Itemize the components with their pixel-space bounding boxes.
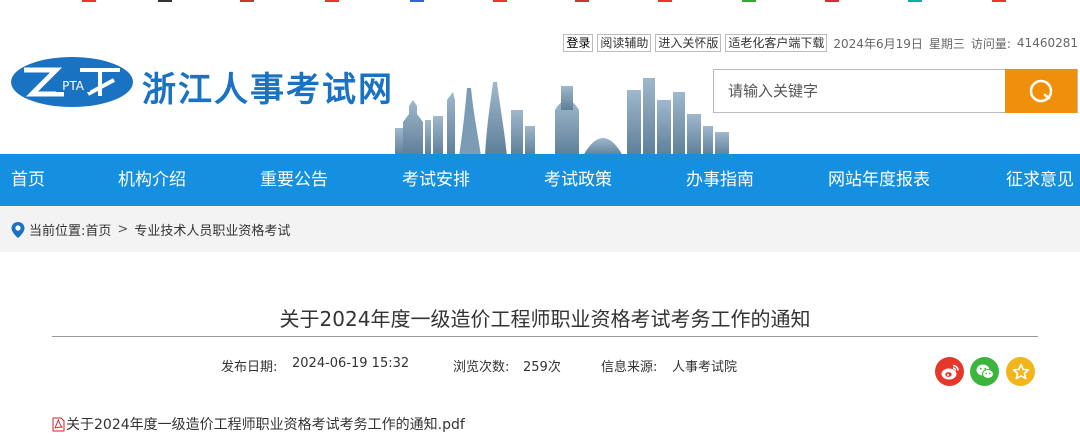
site-header: PTA 浙江人事考试网 登录 阅读辅助 进入关怀版 适老化客户端下载 2024年… <box>0 6 1080 154</box>
attachment-filename: 关于2024年度一级造价工程师职业资格考试考务工作的通知.pdf <box>66 417 465 433</box>
current-date: 2024年6月19日 <box>833 36 923 51</box>
publish-date: 2024-06-19 15:32 <box>292 356 410 371</box>
nav-item-exam-policy[interactable]: 考试政策 <box>544 154 612 206</box>
nav-item-announcements[interactable]: 重要公告 <box>260 154 328 206</box>
location-pin-icon <box>11 221 25 238</box>
breadcrumb-bar: 当前位置: 首页 > 专业技术人员职业资格考试 <box>0 206 1080 252</box>
search-icon <box>1029 79 1053 103</box>
breadcrumb-label: 当前位置: <box>29 224 86 239</box>
search-button[interactable] <box>1005 69 1077 113</box>
nav-item-exam-schedule[interactable]: 考试安排 <box>402 154 470 206</box>
add-favorite-button[interactable] <box>1006 357 1035 386</box>
weibo-icon <box>941 364 959 379</box>
site-title[interactable]: 浙江人事考试网 <box>142 62 394 111</box>
article-title: 关于2024年度一级造价工程师职业资格考试考务工作的通知 <box>279 307 811 331</box>
source-value: 人事考试院 <box>672 360 738 375</box>
wechat-icon <box>976 364 994 379</box>
logo-text: PTA <box>62 79 85 93</box>
search-input[interactable] <box>714 70 1006 112</box>
share-weibo-button[interactable] <box>935 357 964 386</box>
title-divider <box>52 336 1038 337</box>
nav-item-home[interactable]: 首页 <box>11 154 45 206</box>
top-utility-bar: 登录 阅读辅助 进入关怀版 适老化客户端下载 2024年6月19日 星期三 访问… <box>559 34 1078 52</box>
attachment-link[interactable]: 关于2024年度一级造价工程师职业资格考试考务工作的通知.pdf <box>52 414 465 434</box>
elderly-client-download-link[interactable]: 适老化客户端下载 <box>725 34 828 52</box>
breadcrumb-home-link[interactable]: 首页 <box>85 220 111 239</box>
current-weekday: 星期三 <box>928 36 965 51</box>
view-count: 259次 <box>523 360 561 375</box>
nav-item-service-guide[interactable]: 办事指南 <box>686 154 754 206</box>
reading-aid-link[interactable]: 阅读辅助 <box>597 34 652 52</box>
site-logo[interactable]: PTA <box>10 56 134 108</box>
care-mode-link[interactable]: 进入关怀版 <box>655 34 722 52</box>
nav-item-feedback[interactable]: 征求意见 <box>1006 154 1074 206</box>
main-nav: 首页 机构介绍 重要公告 考试安排 考试政策 办事指南 网站年度报表 征求意见 <box>0 154 1080 206</box>
search-box <box>713 69 1078 113</box>
view-count-label: 浏览次数: <box>453 360 510 375</box>
visits-count: 41460281 <box>1016 36 1078 50</box>
nav-item-about[interactable]: 机构介绍 <box>118 154 186 206</box>
breadcrumb: 当前位置: 首页 > 专业技术人员职业资格考试 <box>10 220 290 239</box>
login-link[interactable]: 登录 <box>563 34 594 52</box>
visits-label: 访问量: <box>970 36 1011 51</box>
nav-item-annual-report[interactable]: 网站年度报表 <box>828 154 930 206</box>
pdf-file-icon <box>52 417 65 431</box>
city-skyline-graphic <box>395 78 729 154</box>
top-color-strip <box>0 0 1080 4</box>
star-icon <box>1012 363 1029 379</box>
breadcrumb-separator: > <box>117 222 129 237</box>
breadcrumb-current-link[interactable]: 专业技术人员职业资格考试 <box>134 220 290 239</box>
publish-date-label: 发布日期: <box>221 360 278 375</box>
share-wechat-button[interactable] <box>970 357 999 386</box>
source-label: 信息来源: <box>601 360 658 375</box>
